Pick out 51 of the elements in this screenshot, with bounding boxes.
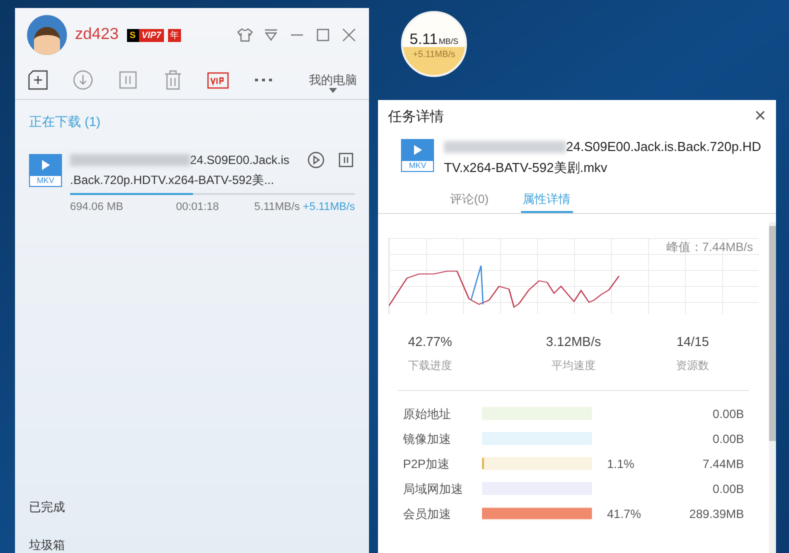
source-size: 0.00B: [712, 406, 744, 422]
file-name: .Back.720p.HDTV.x264-BATV-592美...: [70, 172, 276, 188]
trash-icon[interactable]: [162, 68, 184, 90]
speed-unit: MB/S: [438, 38, 458, 46]
shirt-icon[interactable]: [237, 27, 253, 43]
source-label: 原始地址: [403, 406, 452, 422]
file-name: TV.x264-BATV-592美剧.mkv: [444, 159, 608, 177]
video-file-icon: MKV: [401, 139, 434, 172]
stat-label: 资源数: [676, 358, 709, 374]
caret-icon: [329, 88, 337, 92]
stat-label: 下载进度: [408, 358, 452, 374]
source-label: 局域网加速: [403, 480, 464, 498]
username[interactable]: zd423: [75, 23, 119, 47]
tab[interactable]: 评论(0): [448, 190, 491, 213]
elapsed-time: 00:01:18: [176, 200, 219, 214]
source-label: 会员加速: [403, 506, 452, 522]
stat-value: 14/15: [676, 333, 709, 351]
play-icon[interactable]: [307, 150, 325, 168]
close-icon[interactable]: [341, 27, 357, 43]
download-icon[interactable]: [72, 68, 94, 90]
file-name: 24.S09E00.Jack.is.Back.720p.HD: [566, 138, 762, 156]
boost-speed: +5.11MB/s: [412, 50, 456, 59]
sidebar-item[interactable]: 垃圾箱: [29, 536, 355, 553]
source-label: P2P加速: [403, 456, 451, 472]
source-label: 镜像加速: [403, 430, 452, 448]
video-file-icon: MKV: [29, 154, 62, 186]
source-size: 0.00B: [712, 430, 744, 448]
panel-title: 任务详情: [388, 106, 444, 126]
file-size: 694.06 MB: [70, 200, 124, 214]
stat-value: 3.12MB/s: [546, 333, 601, 351]
avatar-icon[interactable]: [27, 15, 67, 55]
peak-speed: 峰值：7.44MB/s: [666, 239, 753, 256]
source-percent: 41.7%: [607, 506, 642, 522]
file-name: 24.S09E00.Jack.is: [190, 152, 290, 168]
sidebar-item[interactable]: 已完成: [29, 498, 355, 516]
location-dropdown[interactable]: 我的电脑: [309, 72, 357, 92]
source-percent: 1.1%: [607, 456, 636, 472]
stat-label: 平均速度: [551, 358, 596, 374]
menu-icon[interactable]: [263, 27, 279, 43]
year-badge: 年: [168, 28, 182, 42]
close-button[interactable]: ×: [754, 106, 766, 126]
pause-icon[interactable]: [337, 150, 355, 168]
speed-value: 5.11: [410, 32, 438, 47]
source-size: 7.44MB: [702, 456, 744, 472]
maximize-icon[interactable]: [315, 27, 331, 43]
download-speed: 5.11MB/s: [254, 200, 300, 214]
source-size: 0.00B: [712, 480, 744, 498]
boost-speed: +5.11MB/s: [302, 200, 355, 214]
stat-value: 42.77%: [408, 333, 452, 351]
source-size: 289.39MB: [689, 506, 744, 522]
new-task-icon[interactable]: [27, 68, 49, 90]
